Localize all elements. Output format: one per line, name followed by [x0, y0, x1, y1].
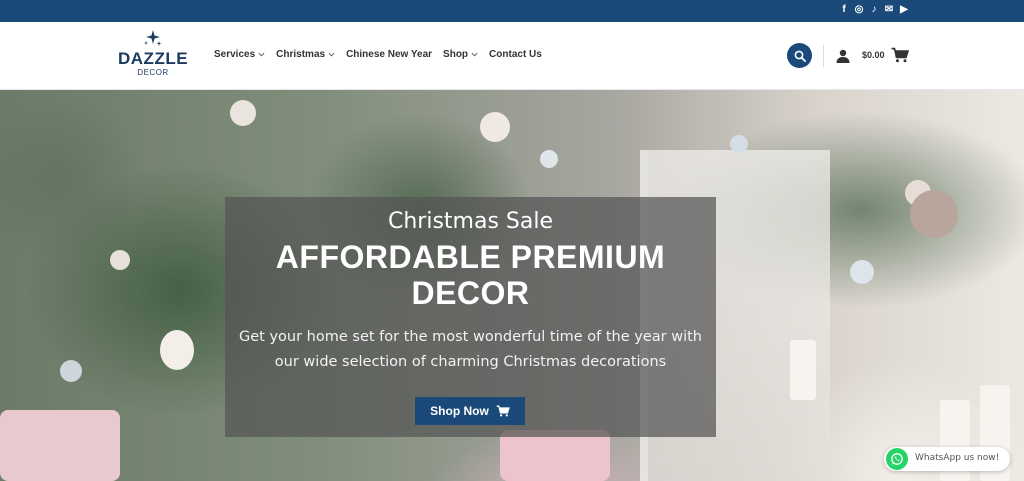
- instagram-icon[interactable]: ◎: [854, 4, 864, 16]
- nav-item-label: Chinese New Year: [346, 49, 433, 60]
- nav-item-label: Christmas: [276, 49, 326, 60]
- user-account-icon[interactable]: [836, 49, 850, 63]
- cart-total[interactable]: $0.00: [862, 50, 885, 60]
- hero-text-panel: Christmas Sale AFFORDABLE PREMIUM DECOR …: [225, 197, 716, 437]
- ornament: [110, 250, 130, 270]
- hero-description: Get your home set for the most wonderful…: [239, 329, 702, 370]
- sparkle-icon: [144, 30, 162, 46]
- nav-item-christmas[interactable]: Christmas: [276, 49, 335, 60]
- nav-item-shop[interactable]: Shop: [443, 49, 478, 60]
- main-nav: Services Christmas Chinese New Year Shop…: [214, 49, 542, 60]
- shop-now-button[interactable]: Shop Now: [415, 397, 525, 425]
- ornament: [730, 135, 748, 153]
- hero-title: AFFORDABLE PREMIUM DECOR: [275, 239, 666, 311]
- ornament: [910, 190, 958, 238]
- nav-item-label: Contact Us: [489, 49, 542, 60]
- chevron-down-icon: [328, 52, 335, 57]
- ornament: [540, 150, 558, 168]
- ornament: [230, 100, 256, 126]
- nav-item-chinese-new-year[interactable]: Chinese New Year: [346, 49, 432, 60]
- email-icon[interactable]: ✉: [884, 4, 894, 16]
- facebook-icon[interactable]: f: [839, 4, 849, 16]
- header-divider: [823, 45, 824, 67]
- ornament: [850, 260, 874, 284]
- tiktok-icon[interactable]: ♪: [869, 4, 879, 16]
- logo-name: DAZZLE: [118, 49, 189, 68]
- whatsapp-icon: [886, 448, 908, 470]
- logo-subtitle: DECOR: [137, 68, 169, 77]
- gift-box: [0, 410, 120, 481]
- hero-kicker: Christmas Sale: [387, 209, 553, 234]
- nav-item-label: Services: [214, 49, 256, 60]
- ornament: [480, 112, 510, 142]
- ornament: [60, 360, 82, 382]
- hero-banner: Christmas Sale AFFORDABLE PREMIUM DECOR …: [0, 90, 1024, 481]
- whatsapp-chat-button[interactable]: WhatsApp us now!: [884, 447, 1010, 471]
- candle: [790, 340, 816, 400]
- nav-item-services[interactable]: Services: [214, 49, 265, 60]
- nav-item-contact-us[interactable]: Contact Us: [489, 49, 542, 60]
- site-header: DAZZLE DECOR Services Christmas Chinese …: [0, 22, 1024, 90]
- top-bar: f ◎ ♪ ✉ ▶: [0, 0, 1024, 22]
- logo[interactable]: DAZZLE DECOR: [118, 30, 188, 80]
- chevron-down-icon: [471, 52, 478, 57]
- youtube-icon[interactable]: ▶: [899, 4, 909, 16]
- whatsapp-label: WhatsApp us now!: [915, 453, 1000, 463]
- search-button[interactable]: [787, 43, 812, 68]
- cart-icon: [496, 405, 510, 417]
- cart-icon[interactable]: [891, 47, 909, 63]
- social-links: f ◎ ♪ ✉ ▶: [839, 4, 909, 16]
- shop-now-label: Shop Now: [430, 404, 489, 418]
- chevron-down-icon: [258, 52, 265, 57]
- gift-box: [500, 430, 610, 481]
- search-icon: [794, 50, 806, 62]
- nav-item-label: Shop: [443, 49, 469, 60]
- ornament: [160, 330, 194, 370]
